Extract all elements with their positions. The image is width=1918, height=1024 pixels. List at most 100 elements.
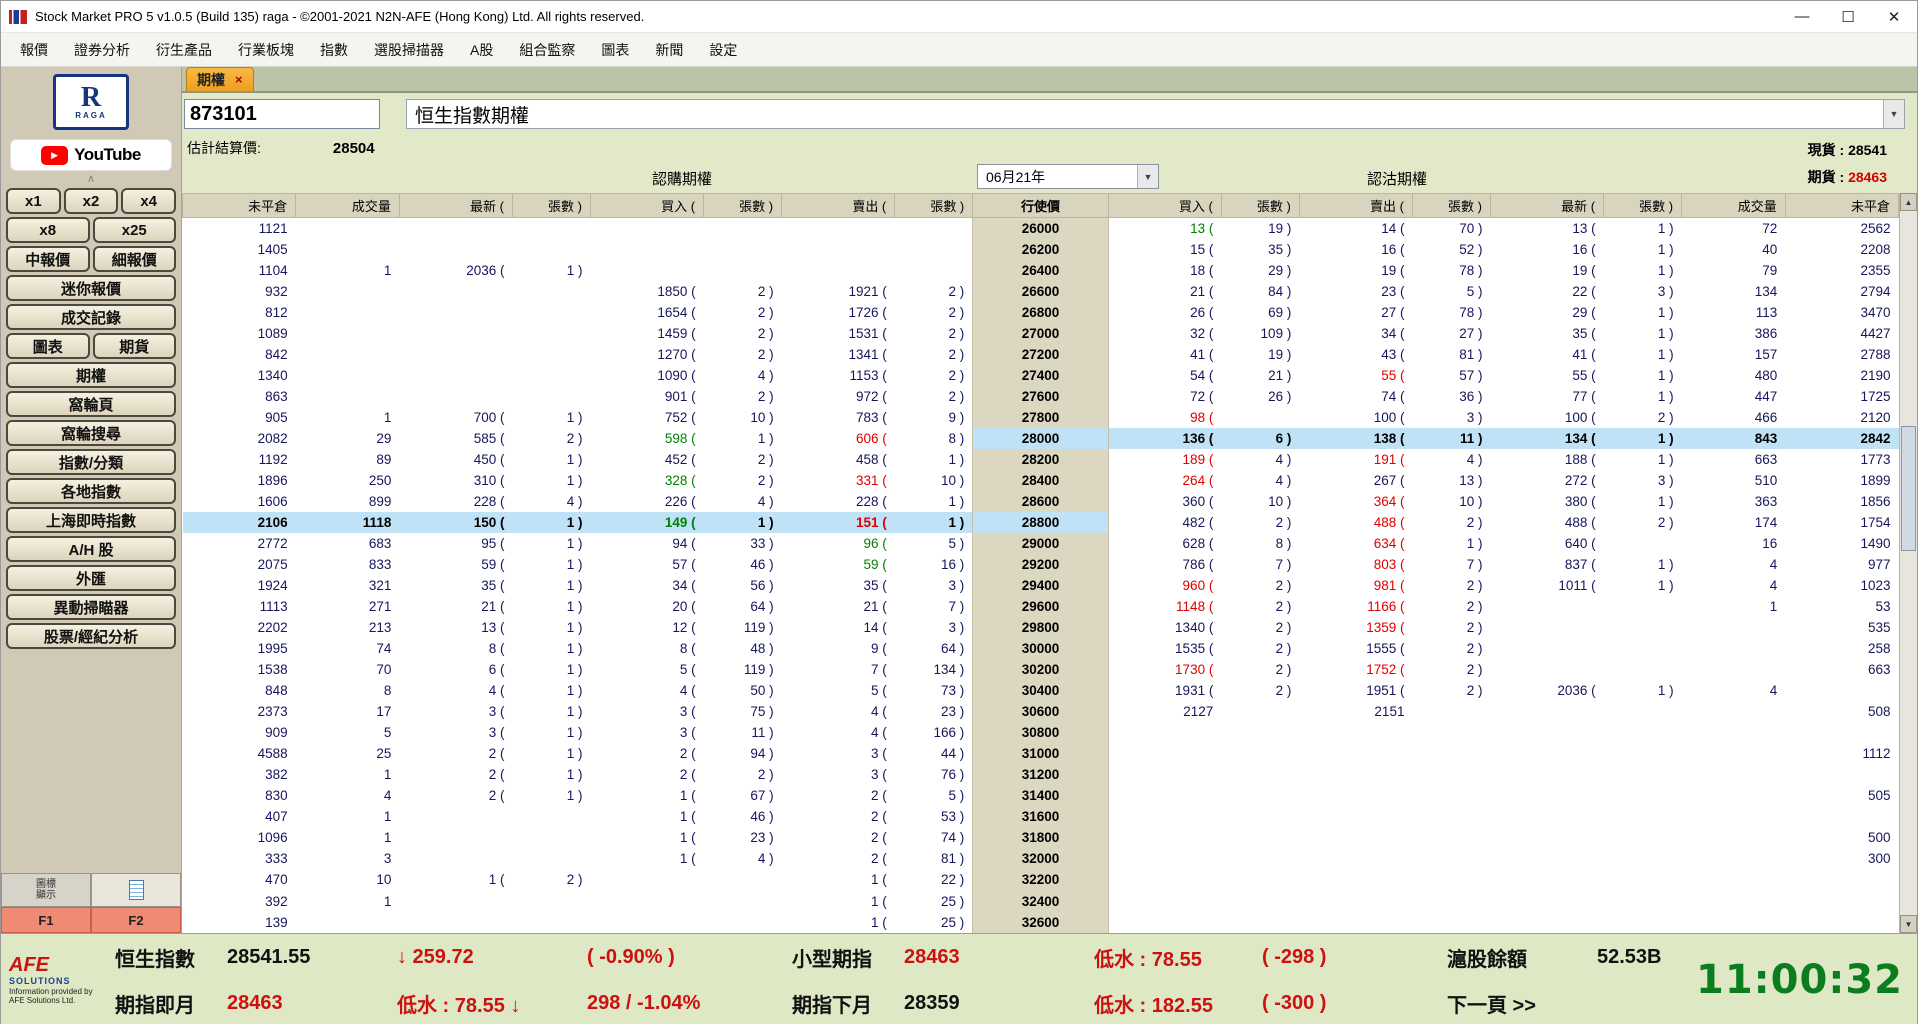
option-row[interactable]: 812 1654 (2 ) 1726 (2 ) 26800 26 (69 ) 27 (78… (183, 301, 1899, 323)
scroll-up-icon[interactable]: ▲ (1900, 193, 1917, 211)
sidebar-button[interactable]: x2 (63, 188, 119, 214)
status-item: 低水 : 78.55 (1094, 948, 1202, 971)
document-view-button[interactable] (91, 873, 181, 907)
option-row[interactable]: 1113 271 21 (1 ) 20 (64 ) 21 (7 ) 29600 1148 (… (183, 596, 1899, 618)
option-row[interactable]: 407 1 1 (46 ) 2 (53 ) 31600 (183, 806, 1899, 828)
status-item: 52.53B (1597, 945, 1662, 968)
scroll-down-icon[interactable]: ▼ (1900, 915, 1917, 933)
option-row[interactable]: 905 1 700 (1 ) 752 (10 ) 783 (9 ) 27800 98 (10… (183, 406, 1899, 428)
sidebar-button[interactable]: 期貨 (92, 333, 176, 359)
month-select[interactable]: 06月21年 ▼ (977, 164, 1159, 189)
window-controls: — ☐ ✕ (1779, 1, 1917, 32)
sidebar-button[interactable]: x8 (6, 217, 90, 243)
option-row[interactable]: 2772 683 95 (1 ) 94 (33 ) 96 (5 ) 29000 628 (8… (183, 532, 1899, 554)
option-row[interactable]: 1340 1090 (4 ) 1153 (2 ) 27400 54 (21 ) 55 (5… (183, 364, 1899, 386)
sidebar-button[interactable]: 異動掃瞄器 (6, 594, 176, 620)
status-item: 期指下月 (792, 994, 872, 1017)
option-row[interactable]: 909 5 3 (1 ) 3 (11 ) 4 (166 ) 30800 (183, 722, 1899, 744)
menu-item[interactable]: A股 (457, 33, 506, 66)
status-item: 期指即月 (115, 994, 195, 1017)
option-row[interactable]: 830 4 2 (1 ) 1 (67 ) 2 (5 ) 31400 505 (183, 785, 1899, 807)
chevron-down-icon[interactable]: ▼ (1137, 165, 1158, 188)
status-item: 小型期指 (792, 948, 872, 971)
options-table-header-row: 未平倉 成交量 最新 (張數 ) 買入 (張數 ) 賣出 (張數 ) 行使價 買入 (張數 … (182, 193, 1900, 218)
menu-item[interactable]: 行業板塊 (225, 33, 307, 66)
sidebar-button[interactable]: 圖表 (6, 333, 90, 359)
menu-item[interactable]: 圖表 (588, 33, 642, 66)
tab-options[interactable]: 期權 × (186, 67, 254, 91)
sidebar-button[interactable]: 成交記錄 (6, 304, 176, 330)
sidebar-button[interactable]: 指數/分類 (6, 449, 176, 475)
option-row[interactable]: 1096 1 1 (23 ) 2 (74 ) 31800 500 (183, 827, 1899, 849)
menu-item[interactable]: 設定 (696, 33, 750, 66)
f2-button[interactable]: F2 (91, 907, 181, 933)
menu-item[interactable]: 證券分析 (61, 33, 143, 66)
sidebar-button[interactable]: 迷你報價 (6, 275, 176, 301)
option-row[interactable]: 1405 26200 15 (35 ) 16 (52 ) 16 (1 ) 40 2208 (183, 238, 1899, 260)
sidebar-button[interactable]: x4 (121, 188, 177, 214)
column-header: 張數 ) (703, 193, 783, 218)
raga-logo: R RAGA (1, 71, 181, 133)
menu-item[interactable]: 新聞 (642, 33, 696, 66)
option-row[interactable]: 2373 17 3 (1 ) 3 (75 ) 4 (23 ) 30600 2127 2151 5… (183, 701, 1899, 723)
sidebar-button[interactable]: 細報價 (92, 246, 176, 272)
sidebar-button[interactable]: 各地指數 (6, 478, 176, 504)
sidebar-collapse-icon[interactable]: ∧ (1, 173, 181, 188)
scrollbar-track[interactable] (1900, 211, 1917, 915)
option-row[interactable]: 1924 321 35 (1 ) 34 (56 ) 35 (3 ) 29400 960 (2… (183, 575, 1899, 597)
sidebar-button[interactable]: 窩輪頁 (6, 391, 176, 417)
option-row[interactable]: 2106 1118 150 (1 ) 149 (1 ) 151 (1 ) 28800 482… (182, 511, 1899, 533)
instrument-name-field[interactable]: 恒生指數期權 ▼ (406, 99, 1905, 129)
option-row[interactable]: 1089 1459 (2 ) 1531 (2 ) 27000 32 (109 ) 34 (… (183, 322, 1899, 344)
status-item: ( -298 ) (1262, 945, 1327, 968)
option-row[interactable]: 470 10 1 (2 ) 1 (22 ) 32200 (183, 869, 1899, 891)
minimize-button[interactable]: — (1779, 1, 1825, 32)
option-row[interactable]: 2075 833 59 (1 ) 57 (46 ) 59 (16 ) 29200 786 (… (183, 554, 1899, 576)
menu-item[interactable]: 指數 (307, 33, 361, 66)
option-row[interactable]: 392 1 1 (25 ) 32400 (183, 890, 1899, 912)
option-row[interactable]: 382 1 2 (1 ) 2 (2 ) 3 (76 ) 31200 (183, 764, 1899, 786)
youtube-button[interactable]: ▶ YouTube (10, 139, 172, 171)
sidebar-button[interactable]: 股票/經紀分析 (6, 623, 176, 649)
option-row[interactable]: 1896 250 310 (1 ) 328 (2 ) 331 (10 ) 28400 264… (183, 469, 1899, 491)
option-row[interactable]: 1104 1 2036 (1 ) 26400 18 (29 ) 19 (78 ) 19 (1… (183, 259, 1899, 281)
symbol-input[interactable] (184, 99, 380, 129)
sidebar-button[interactable]: 期權 (6, 362, 176, 388)
tab-close-icon[interactable]: × (235, 72, 243, 87)
option-row[interactable]: 333 3 1 (4 ) 2 (81 ) 32000 300 (183, 848, 1899, 870)
option-row[interactable]: 1538 70 6 (1 ) 5 (119 ) 7 (134 ) 30200 1730 (2… (183, 659, 1899, 681)
sidebar-button[interactable]: A/H 股 (6, 536, 176, 562)
chevron-down-icon[interactable]: ▼ (1883, 100, 1904, 128)
option-row[interactable]: 139 1 (25 ) 32600 (183, 911, 1899, 933)
menu-item[interactable]: 選股掃描器 (361, 33, 457, 66)
option-row[interactable]: 4588 25 2 (1 ) 2 (94 ) 3 (44 ) 31000 1112 (183, 743, 1899, 765)
option-row[interactable]: 1192 89 450 (1 ) 452 (2 ) 458 (1 ) 28200 189 (… (183, 448, 1899, 470)
option-row[interactable]: 932 1850 (2 ) 1921 (2 ) 26600 21 (84 ) 23 (5 … (183, 280, 1899, 302)
option-row[interactable]: 842 1270 (2 ) 1341 (2 ) 27200 41 (19 ) 43 (81… (183, 343, 1899, 365)
maximize-button[interactable]: ☐ (1825, 1, 1871, 32)
sidebar-button[interactable]: 中報價 (6, 246, 90, 272)
sidebar-button[interactable]: x25 (92, 217, 176, 243)
option-row[interactable]: 848 8 4 (1 ) 4 (50 ) 5 (73 ) 30400 1931 (2 ) 19… (183, 680, 1899, 702)
option-row[interactable]: 1995 74 8 (1 ) 8 (48 ) 9 (64 ) 30000 1535 (2 )… (183, 638, 1899, 660)
est-settle-label: 估計結算價: (187, 140, 261, 156)
menu-item[interactable]: 組合監察 (506, 33, 588, 66)
close-button[interactable]: ✕ (1871, 1, 1917, 32)
icon-display-button[interactable]: 圖標顯示 (1, 873, 91, 907)
scrollbar-thumb[interactable] (1901, 426, 1916, 551)
sidebar-button[interactable]: 窩輪搜尋 (6, 420, 176, 446)
option-row[interactable]: 1121 26000 13 (19 ) 14 (70 ) 13 (1 ) 72 2562 (183, 217, 1899, 239)
menu-item[interactable]: 報價 (7, 33, 61, 66)
next-page-button[interactable]: 下一頁 >> (1443, 989, 1593, 1018)
document-icon (128, 880, 144, 900)
table-scrollbar[interactable]: ▲ ▼ (1899, 193, 1917, 933)
sidebar-button[interactable]: 外匯 (6, 565, 176, 591)
f1-button[interactable]: F1 (1, 907, 91, 933)
sidebar-button[interactable]: x1 (6, 188, 61, 214)
sidebar-button[interactable]: 上海即時指數 (6, 507, 176, 533)
option-row[interactable]: 863 901 (2 ) 972 (2 ) 27600 72 (26 ) 74 (36 )… (183, 385, 1899, 407)
option-row[interactable]: 1606 899 228 (4 ) 226 (4 ) 228 (1 ) 28600 360 … (183, 490, 1899, 512)
menu-item[interactable]: 衍生產品 (143, 33, 225, 66)
option-row[interactable]: 2202 213 13 (1 ) 12 (119 ) 14 (3 ) 29800 1340 … (183, 617, 1899, 639)
option-row[interactable]: 2082 29 585 (2 ) 598 (1 ) 606 (8 ) 28000 136 (… (183, 427, 1899, 449)
